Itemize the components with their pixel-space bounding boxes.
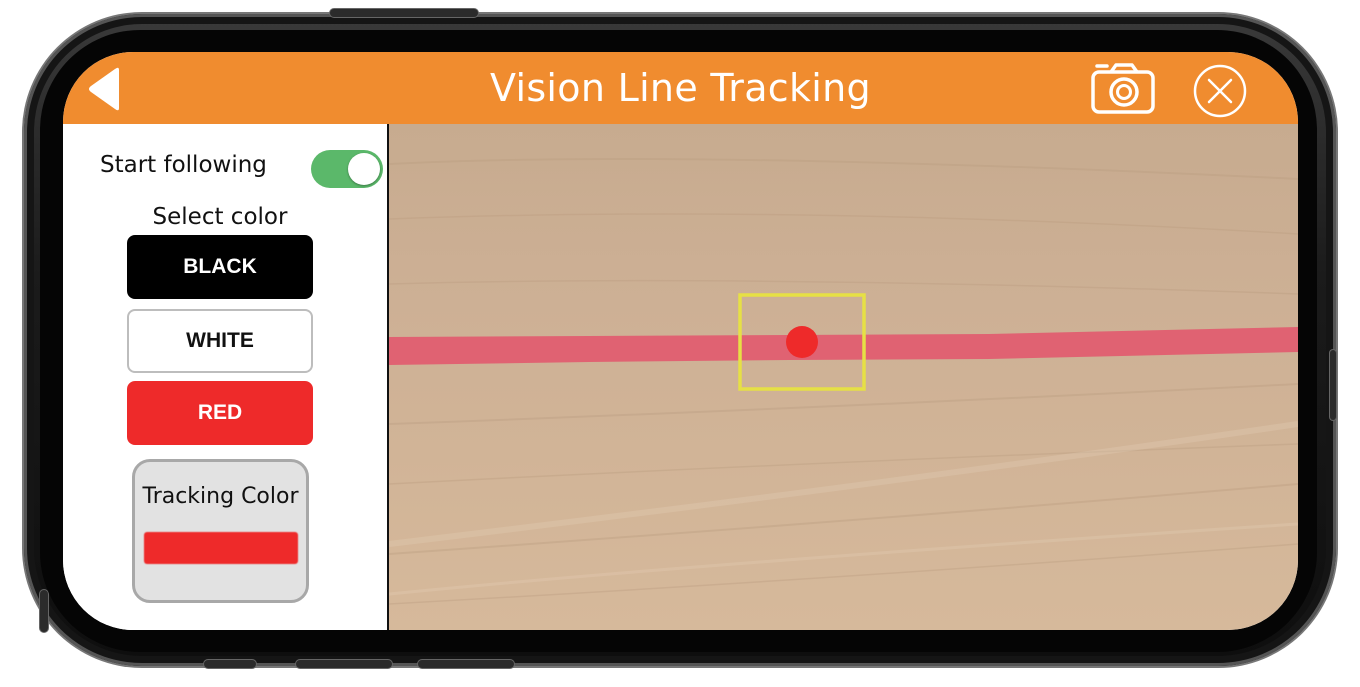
app-header: Vision Line Tracking xyxy=(63,52,1298,124)
phone-volume-down-button xyxy=(418,660,514,668)
start-following-label: Start following xyxy=(100,152,267,178)
target-center-dot xyxy=(786,326,818,358)
start-following-toggle[interactable] xyxy=(311,150,383,188)
camera-button[interactable] xyxy=(1089,60,1157,116)
black-color-button[interactable]: BLACK xyxy=(127,235,313,299)
red-color-button[interactable]: RED xyxy=(127,381,313,445)
close-icon xyxy=(1193,64,1247,118)
toggle-knob xyxy=(348,153,380,185)
tracking-color-swatch xyxy=(144,532,298,564)
app-screen: Vision Line Tracking Start following Sel… xyxy=(63,52,1298,630)
phone-side-button xyxy=(204,660,256,668)
camera-feed xyxy=(389,124,1298,630)
phone-top-button xyxy=(330,9,478,17)
back-button[interactable] xyxy=(85,66,129,112)
phone-edge-button xyxy=(40,590,48,632)
camera-view xyxy=(389,124,1298,630)
phone-volume-up-button xyxy=(296,660,392,668)
camera-icon xyxy=(1091,63,1155,114)
select-color-label: Select color xyxy=(152,204,288,230)
tracking-color-panel: Tracking Color xyxy=(132,459,309,603)
control-panel: Start following Select color BLACK WHITE… xyxy=(63,124,389,630)
white-color-button[interactable]: WHITE xyxy=(127,309,313,373)
tracking-color-label: Tracking Color xyxy=(142,484,299,509)
back-arrow-icon xyxy=(89,67,119,111)
phone-power-button xyxy=(1330,350,1336,420)
close-button[interactable] xyxy=(1193,64,1247,118)
